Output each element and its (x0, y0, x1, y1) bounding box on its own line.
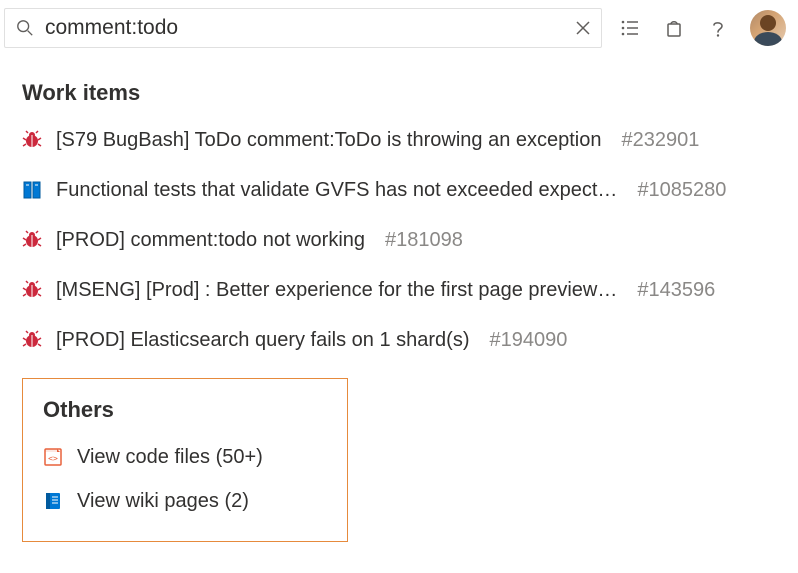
avatar[interactable] (750, 10, 786, 46)
bug-icon (22, 280, 42, 300)
search-box[interactable] (4, 8, 602, 48)
others-item-wiki[interactable]: View wiki pages (2) (43, 489, 327, 513)
others-section: Others View code files (50+) View wiki p… (22, 378, 348, 542)
work-item-row[interactable]: [PROD] comment:todo not working #181098 (22, 228, 776, 252)
work-items-heading: Work items (22, 80, 776, 106)
others-item-label: View wiki pages (2) (77, 489, 249, 513)
others-item-label: View code files (50+) (77, 445, 263, 469)
others-heading: Others (43, 397, 327, 423)
work-item-row[interactable]: Functional tests that validate GVFS has … (22, 178, 776, 202)
work-item-id: #1085280 (637, 178, 726, 202)
work-item-id: #232901 (622, 128, 700, 152)
book-icon (22, 180, 42, 200)
header-bar (0, 0, 798, 56)
search-icon (15, 18, 35, 38)
bug-icon (22, 130, 42, 150)
search-input[interactable] (45, 16, 565, 40)
work-item-id: #181098 (385, 228, 463, 252)
code-file-icon (43, 447, 63, 467)
help-icon[interactable] (698, 8, 738, 48)
others-item-code[interactable]: View code files (50+) (43, 445, 327, 469)
work-item-title: [PROD] comment:todo not working (56, 228, 365, 252)
work-item-title: [S79 BugBash] ToDo comment:ToDo is throw… (56, 128, 602, 152)
work-item-title: [MSENG] [Prod] : Better experience for t… (56, 278, 617, 302)
work-item-row[interactable]: [MSENG] [Prod] : Better experience for t… (22, 278, 776, 302)
bag-icon[interactable] (654, 8, 694, 48)
bug-icon (22, 330, 42, 350)
wiki-icon (43, 491, 63, 511)
bug-icon (22, 230, 42, 250)
list-icon[interactable] (610, 8, 650, 48)
work-item-id: #143596 (637, 278, 715, 302)
work-item-id: #194090 (490, 328, 568, 352)
work-item-row[interactable]: [S79 BugBash] ToDo comment:ToDo is throw… (22, 128, 776, 152)
work-item-row[interactable]: [PROD] Elasticsearch query fails on 1 sh… (22, 328, 776, 352)
clear-search-icon[interactable] (575, 8, 591, 48)
search-results: Work items [S79 BugBash] ToDo comment:To… (0, 56, 798, 552)
work-item-title: [PROD] Elasticsearch query fails on 1 sh… (56, 328, 470, 352)
work-item-title: Functional tests that validate GVFS has … (56, 178, 617, 202)
